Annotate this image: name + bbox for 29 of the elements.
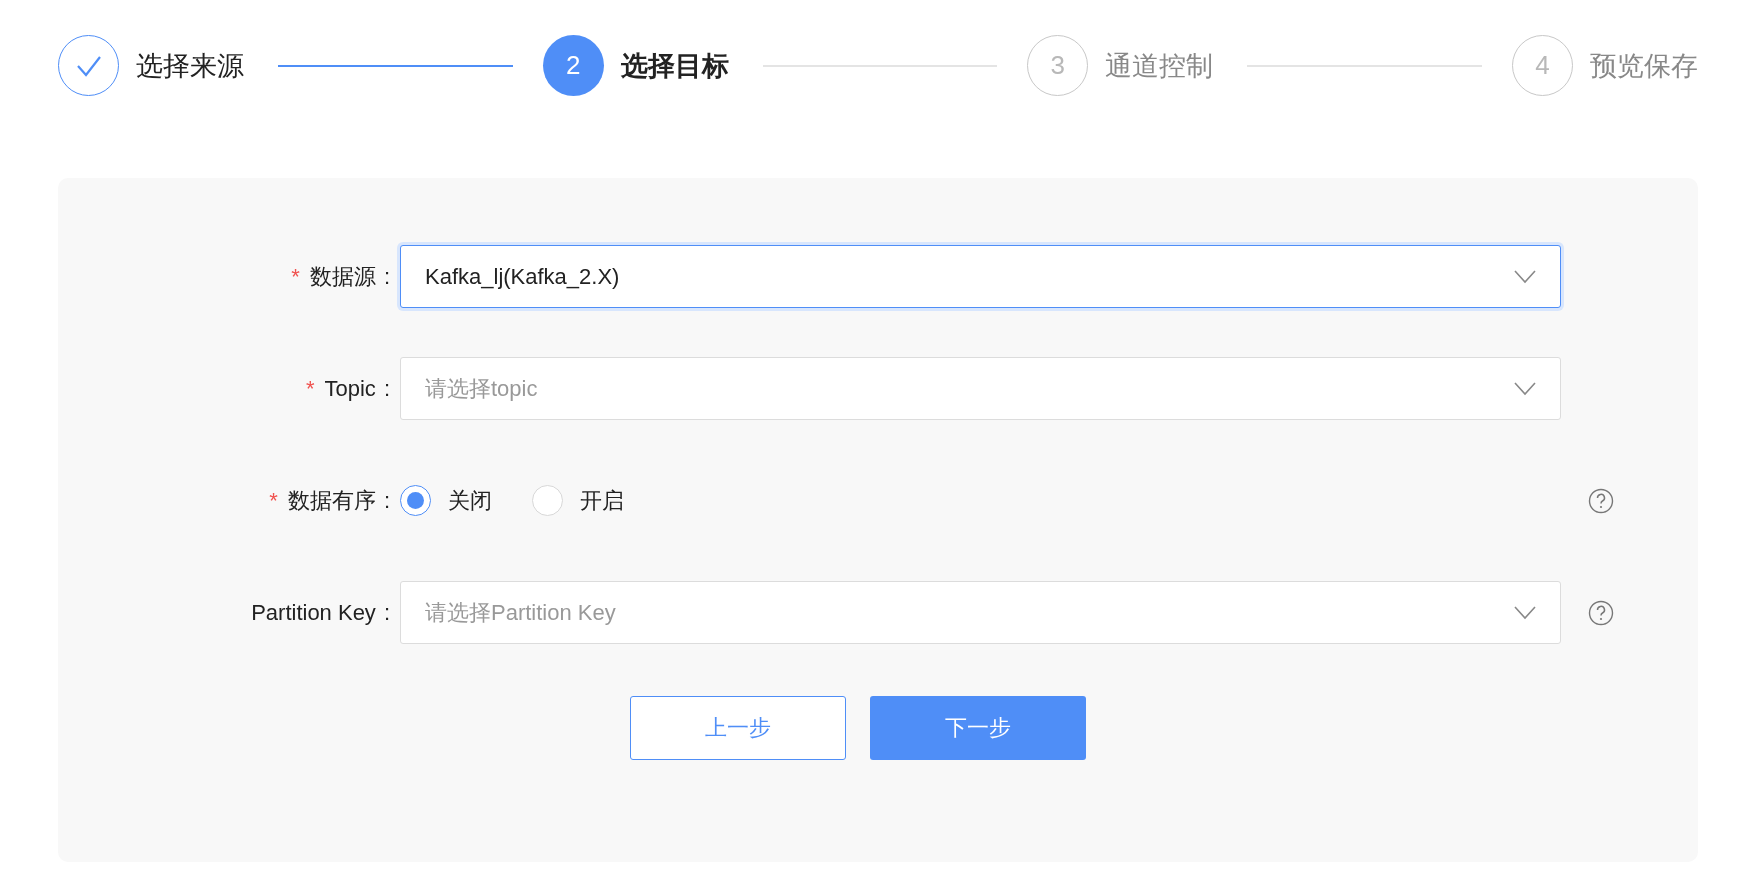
- step-title: 选择来源: [136, 49, 244, 83]
- select-field[interactable]: Kafka_lj(Kafka_2.X): [400, 245, 1561, 308]
- label-colon: :: [383, 375, 390, 402]
- field-label: Topic: [324, 375, 376, 402]
- step-number: 2: [542, 35, 604, 96]
- select-field[interactable]: 请选择topic: [400, 357, 1561, 420]
- label-colon: :: [383, 599, 390, 626]
- step-title: 选择目标: [620, 49, 729, 83]
- field-label: Partition Key: [251, 599, 376, 626]
- field-label: 数据有序: [287, 486, 376, 515]
- chevron-down-icon: [1514, 381, 1536, 396]
- radio-option[interactable]: 关闭: [400, 485, 492, 516]
- radio-option[interactable]: 开启: [532, 485, 624, 516]
- step-title: 预览保存: [1590, 49, 1698, 83]
- next-button[interactable]: 下一步: [870, 696, 1086, 760]
- step-title: 通道控制: [1105, 49, 1214, 83]
- chevron-down-icon: [1514, 269, 1536, 284]
- required-asterisk: *: [305, 375, 315, 402]
- field-label: 数据源: [309, 262, 376, 291]
- select-field[interactable]: 请选择Partition Key: [400, 581, 1561, 644]
- previous-button[interactable]: 上一步: [630, 696, 846, 760]
- radio-circle[interactable]: [400, 485, 431, 516]
- label-colon: :: [383, 487, 390, 514]
- required-asterisk: *: [269, 487, 278, 514]
- help-icon[interactable]: [1588, 487, 1614, 514]
- chevron-down-icon: [1514, 605, 1536, 620]
- help-icon[interactable]: [1588, 599, 1614, 626]
- label-colon: :: [383, 263, 390, 290]
- required-asterisk: *: [291, 263, 300, 290]
